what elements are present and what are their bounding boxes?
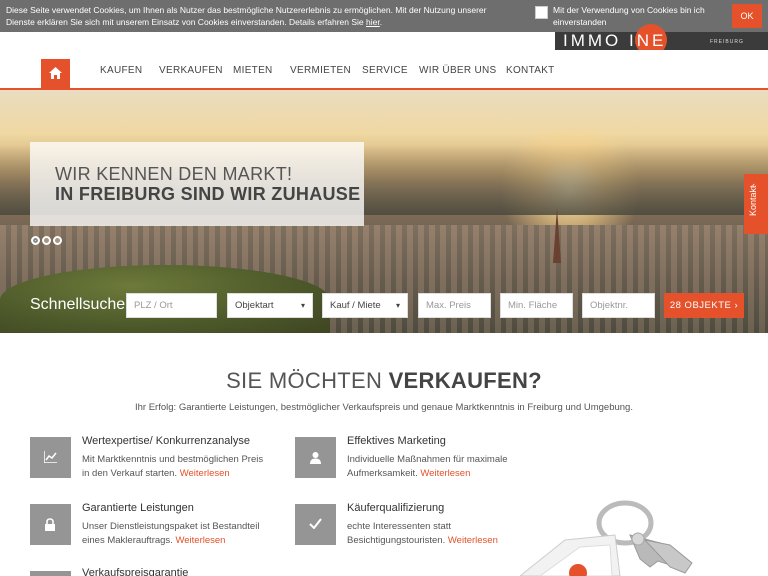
kontakt-side-tab[interactable]: ‹ Kontakt (744, 174, 768, 234)
feature-description: echte Interessenten statt Besichtigungst… (347, 521, 452, 546)
chevron-down-icon: ▾ (395, 301, 400, 310)
section-subtitle: Ihr Erfolg: Garantierte Leistungen, best… (135, 402, 633, 413)
feature-text: Mit Marktkenntnis und bestmöglichen Prei… (82, 453, 272, 481)
section-title-light: SIE MÖCHTEN (226, 368, 389, 393)
chart-icon (44, 451, 57, 463)
feature-title: Verkaufspreisgarantie (82, 567, 189, 576)
search-objects-button[interactable]: 28 OBJEKTE › (664, 293, 744, 318)
feature-title: Garantierte Leistungen (82, 502, 194, 514)
feature-text: echte Interessenten statt Besichtigungst… (347, 520, 537, 548)
objektart-select[interactable]: Objektart ▾ (227, 293, 313, 318)
feature-description: Mit Marktkenntnis und bestmöglichen Prei… (82, 454, 264, 479)
section-title: SIE MÖCHTEN VERKAUFEN? (0, 368, 768, 394)
home-button[interactable] (41, 59, 70, 89)
slider-dot[interactable] (53, 236, 62, 245)
feature-text: Individuelle Maßnahmen für maximale Aufm… (347, 453, 537, 481)
feature-icon-box (30, 437, 71, 478)
hero-subheadline: IN FREIBURG SIND WIR ZUHAUSE (55, 184, 361, 204)
plz-ort-input[interactable]: PLZ / Ort (126, 293, 217, 318)
hero-headline: WIR KENNEN DEN MARKT! (55, 164, 293, 184)
nav-item-vermieten[interactable]: VERMIETEN (290, 65, 351, 76)
feature-title: Käuferqualifizierung (347, 502, 445, 514)
min-flaeche-input[interactable]: Min. Fläche (500, 293, 573, 318)
cookie-consent-checkbox[interactable] (535, 6, 548, 19)
logo[interactable]: IMMO INE FREIBURG (555, 24, 768, 56)
feature-icon-box (295, 504, 336, 545)
slider-dots (31, 232, 64, 250)
read-more-link[interactable]: Weiterlesen (180, 468, 230, 479)
read-more-link[interactable]: Weiterlesen (175, 535, 225, 546)
logo-text: IMMO INE (563, 31, 667, 50)
nav-item-kontakt[interactable]: KONTAKT (506, 65, 555, 76)
side-tab-label: Kontakt (748, 185, 758, 216)
chevron-right-icon: › (734, 300, 739, 311)
user-icon (310, 452, 321, 464)
home-icon (49, 67, 62, 79)
feature-title: Wertexpertise/ Konkurrenzanalyse (82, 435, 250, 447)
kauf-miete-value: Kauf / Miete (330, 300, 381, 311)
max-preis-input[interactable]: Max. Preis (418, 293, 491, 318)
nav-item-mieten[interactable]: MIETEN (233, 65, 273, 76)
section-title-bold: VERKAUFEN? (388, 368, 542, 393)
read-more-link[interactable]: Weiterlesen (420, 468, 470, 479)
feature-icon-box (295, 437, 336, 478)
objektart-value: Objektart (235, 300, 274, 311)
nav-item-wir-ueber-uns[interactable]: WIR ÜBER UNS (419, 65, 497, 76)
house-keys-illustration (520, 500, 693, 576)
hero-caption: WIR KENNEN DEN MARKT! IN FREIBURG SIND W… (30, 142, 364, 226)
lock-icon (45, 518, 55, 531)
nav-item-kaufen[interactable]: KAUFEN (100, 65, 142, 76)
feature-title: Effektives Marketing (347, 435, 446, 447)
checkmark-icon (309, 518, 322, 529)
quicksearch-label: Schnellsuche (30, 296, 126, 313)
objektnr-input[interactable]: Objektnr. (582, 293, 655, 318)
feature-description: Unser Dienstleistungspaket ist Bestandte… (82, 521, 260, 546)
cookie-message: Diese Seite verwendet Cookies, um Ihnen … (6, 5, 487, 27)
cookie-text: Diese Seite verwendet Cookies, um Ihnen … (6, 5, 487, 27)
cookie-details-link[interactable]: hier (366, 17, 380, 27)
feature-text: Unser Dienstleistungspaket ist Bestandte… (82, 520, 272, 548)
cookie-ok-button[interactable]: OK (732, 4, 762, 28)
kauf-miete-select[interactable]: Kauf / Miete ▾ (322, 293, 408, 318)
slider-dot[interactable] (31, 236, 40, 245)
slider-dot[interactable] (42, 236, 51, 245)
feature-icon-box (30, 571, 71, 576)
chevron-down-icon: ▾ (300, 301, 305, 310)
logo-subtitle: FREIBURG (710, 39, 744, 45)
read-more-link[interactable]: Weiterlesen (448, 535, 498, 546)
nav-item-verkaufen[interactable]: VERKAUFEN (159, 65, 223, 76)
nav-item-service[interactable]: SERVICE (362, 65, 408, 76)
cookie-consent-label: Mit der Verwendung von Cookies bin ich e… (553, 5, 705, 27)
feature-icon-box (30, 504, 71, 545)
search-button-label: 28 OBJEKTE (669, 300, 732, 311)
